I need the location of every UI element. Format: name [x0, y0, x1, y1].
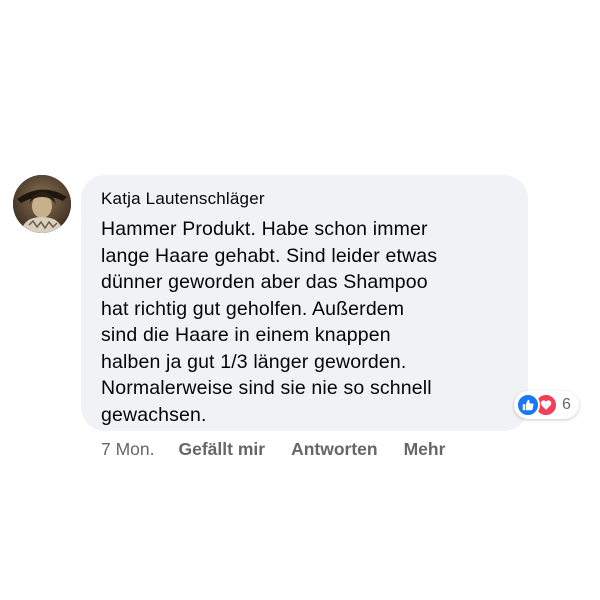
timestamp[interactable]: 7 Mon.	[101, 439, 155, 460]
reactions-summary[interactable]: 6	[514, 391, 579, 419]
author-name[interactable]: Katja Lautenschläger	[101, 187, 508, 211]
like-button[interactable]: Gefällt mir	[179, 439, 266, 460]
more-button[interactable]: Mehr	[404, 439, 446, 460]
comment-text: Hammer Produkt. Habe schon immer lange H…	[101, 218, 438, 426]
avatar-photo	[13, 175, 71, 233]
avatar[interactable]	[13, 175, 71, 233]
reaction-count: 6	[562, 396, 571, 413]
comment: Katja Lautenschläger Hammer Produkt. Hab…	[0, 0, 600, 600]
like-icon	[516, 393, 540, 417]
reply-button[interactable]: Antworten	[291, 439, 378, 460]
comment-actions: 7 Mon. Gefällt mir Antworten Mehr	[101, 437, 471, 461]
comment-bubble: Katja Lautenschläger Hammer Produkt. Hab…	[81, 175, 528, 431]
